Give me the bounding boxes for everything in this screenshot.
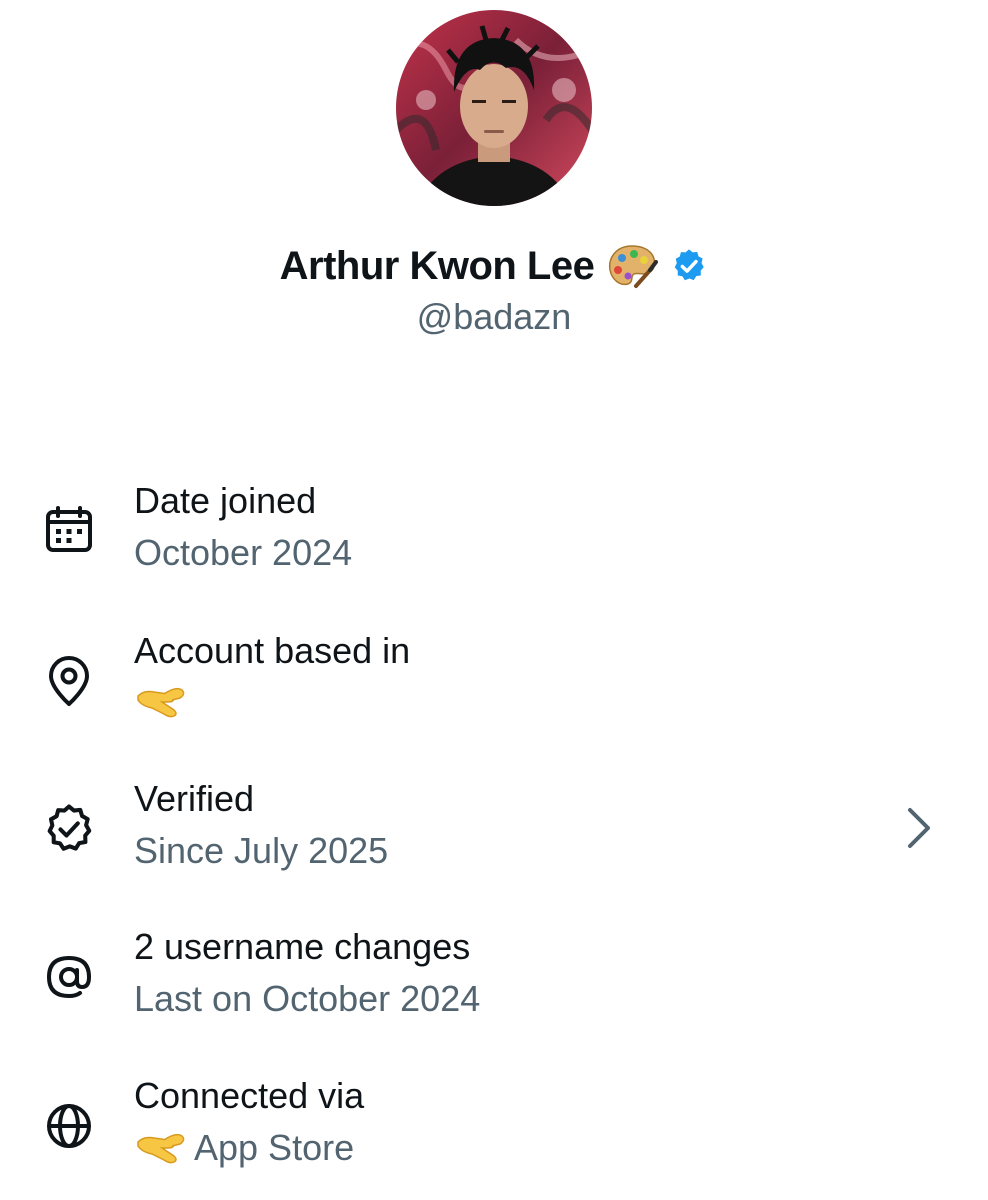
date-joined-label: Date joined [134,480,317,521]
avatar[interactable] [396,10,592,206]
verified-label: Verified [134,778,255,819]
display-name: Arthur Kwon Lee [279,243,595,288]
chevron-right-icon[interactable] [902,804,936,852]
verified-outline-icon [42,802,96,856]
connected-via-label: Connected via [134,1075,365,1116]
username-changes-label: 2 username changes [134,926,471,967]
profile-name-row: Arthur Kwon Lee [0,236,988,296]
avatar-image [396,10,592,206]
pinching-hand-icon [134,682,188,722]
about-row-username-changes: 2 username changes Last on October 2024 [0,926,988,1036]
artist-palette-icon [606,242,659,290]
pinching-hand-icon [134,1128,188,1168]
account-based-in-label: Account based in [134,630,411,671]
calendar-icon [42,504,96,558]
account-based-in-value [134,682,194,722]
username-changes-value: Last on October 2024 [134,978,481,1019]
connected-via-text: App Store [194,1127,355,1168]
about-row-account-based-in: Account based in [0,630,988,740]
connected-via-value: App Store [134,1127,354,1169]
about-row-verified[interactable]: Verified Since July 2025 [0,778,988,888]
location-pin-icon [42,654,96,708]
about-row-date-joined: Date joined October 2024 [0,480,988,590]
globe-icon [42,1099,96,1153]
verified-since-value: Since July 2025 [134,830,389,871]
date-joined-value: October 2024 [134,532,353,573]
username-handle: @badazn [416,296,572,337]
about-row-connected-via: Connected via App Store [0,1075,988,1185]
at-sign-icon [42,950,96,1004]
verified-badge-icon[interactable] [670,247,708,285]
